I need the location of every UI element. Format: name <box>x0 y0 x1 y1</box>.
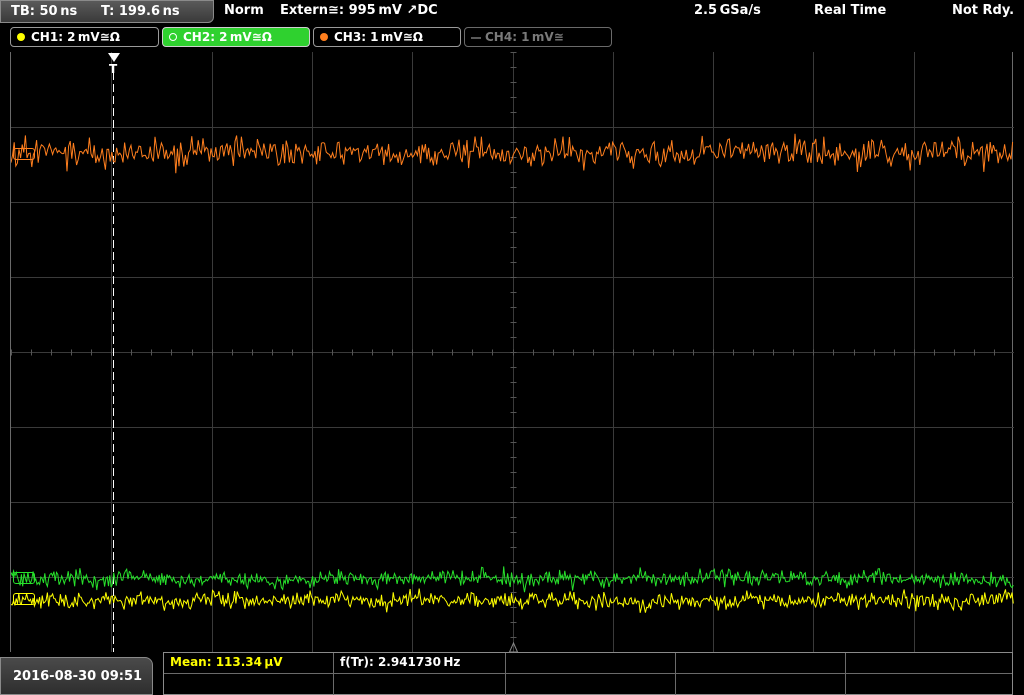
datetime-readout: 2016-08-30 09:51 <box>13 669 143 684</box>
measurement-cell-mean[interactable]: Mean: 113.34 µV <box>164 653 334 674</box>
measurement-cell-empty-5[interactable] <box>334 674 506 695</box>
trigger-source[interactable]: Extern≅: 995 mV ↗DC <box>280 3 438 18</box>
status-bar: TB: 50 ns T: 199.6 ns Norm Extern≅: 995 … <box>0 0 1024 24</box>
measurement-cell-empty-1[interactable] <box>506 653 676 674</box>
timebase-readout: TB: 50 ns <box>11 4 78 19</box>
ch3-trace <box>11 133 1014 174</box>
acquisition-mode[interactable]: Real Time <box>814 3 886 18</box>
ch3-indicator-icon <box>320 33 328 41</box>
measurement-cell-empty-6[interactable] <box>506 674 676 695</box>
measurement-cell-empty-7[interactable] <box>676 674 846 695</box>
trigger-marker-label: T <box>109 62 118 76</box>
measurement-cell-freq[interactable]: f(Tr): 2.941730 Hz <box>334 653 506 674</box>
ch2-trace <box>11 566 1014 593</box>
ch4-label: CH4: 1 mV≅ <box>485 30 564 44</box>
channel-tab-ch4[interactable]: CH4: 1 mV≅ <box>464 27 612 47</box>
ch2-label: CH2: 2 mV≅Ω <box>183 30 272 44</box>
measurement-cell-empty-2[interactable] <box>676 653 846 674</box>
frequency-measurement: f(Tr): 2.941730 Hz <box>340 655 461 669</box>
channel-tab-ch1[interactable]: CH1: 2 mV≅Ω <box>10 27 159 47</box>
ch3-label: CH3: 1 mV≅Ω <box>334 30 423 44</box>
waveform-traces <box>11 133 1014 613</box>
channel-tab-ch2[interactable]: CH2: 2 mV≅Ω <box>162 27 310 47</box>
datetime-box: 2016-08-30 09:51 <box>0 657 153 695</box>
ch1-trace <box>11 588 1014 613</box>
measurement-cell-empty-3[interactable] <box>846 653 1012 674</box>
ch1-label: CH1: 2 mV≅Ω <box>31 30 120 44</box>
ch1-indicator-icon <box>17 33 25 41</box>
timebase-box[interactable]: TB: 50 ns T: 199.6 ns <box>0 0 214 23</box>
measurement-cell-empty-4[interactable] <box>164 674 334 695</box>
ch3-ground-marker-icon[interactable] <box>13 148 35 160</box>
acquisition-status: Not Rdy. <box>952 3 1015 18</box>
measurement-cell-empty-8[interactable] <box>846 674 1012 695</box>
measurement-panel[interactable]: Mean: 113.34 µV f(Tr): 2.941730 Hz <box>163 652 1013 695</box>
channel-tab-ch3[interactable]: CH3: 1 mV≅Ω <box>313 27 461 47</box>
trigger-time-readout: T: 199.6 ns <box>101 4 180 19</box>
ch2-ground-marker-icon[interactable] <box>13 572 35 584</box>
mean-measurement: Mean: 113.34 µV <box>170 655 283 669</box>
ch1-ground-marker-icon[interactable] <box>13 593 35 605</box>
sample-rate: 2.5 GSa/s <box>694 3 761 18</box>
ch4-indicator-icon <box>471 37 481 39</box>
ch2-indicator-icon <box>169 33 177 41</box>
trigger-mode[interactable]: Norm <box>224 3 264 18</box>
waveform-display[interactable]: T <box>10 52 1014 652</box>
trigger-marker-icon[interactable]: T <box>106 52 122 82</box>
